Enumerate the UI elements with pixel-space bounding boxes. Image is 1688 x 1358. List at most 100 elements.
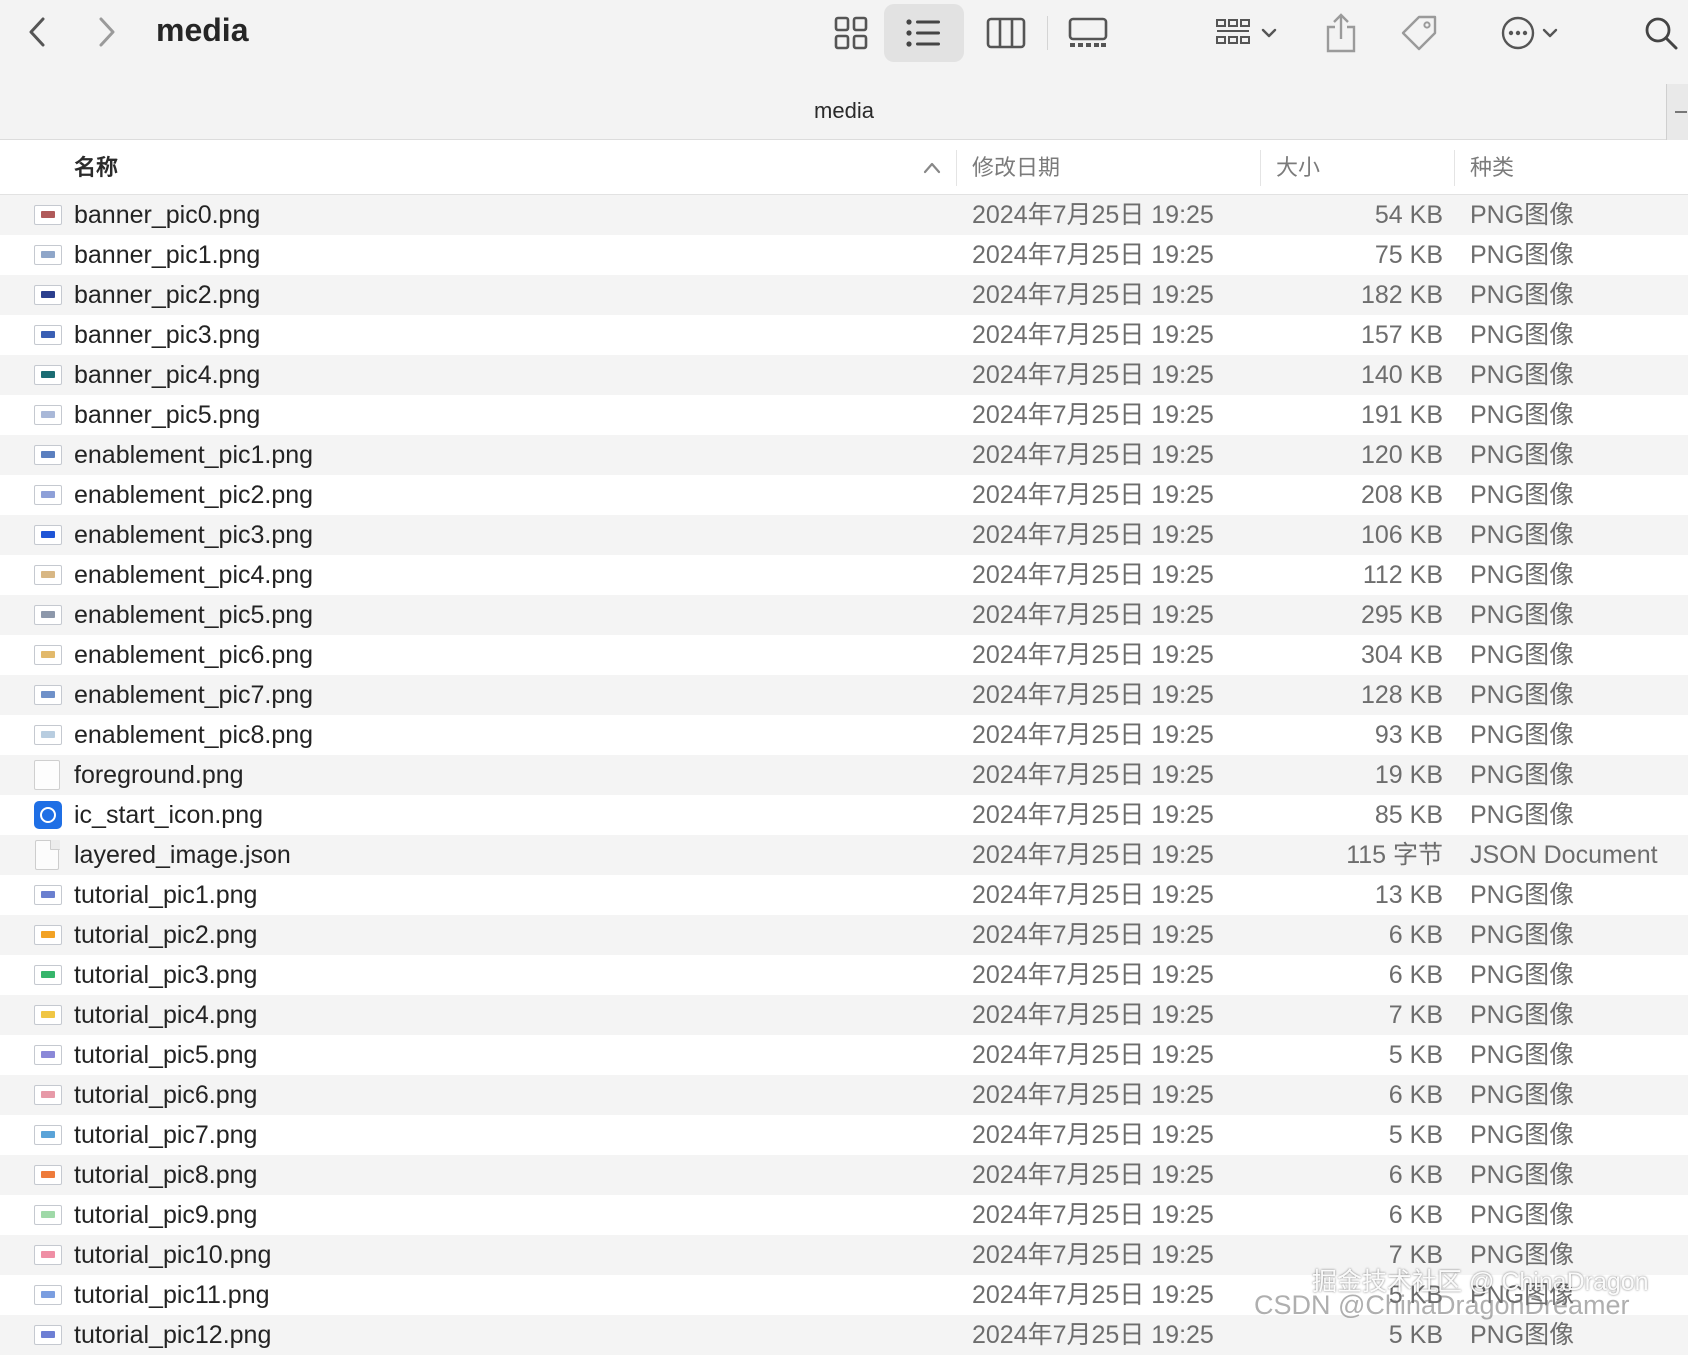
file-date: 2024年7月25日 19:25 xyxy=(972,921,1214,949)
file-row[interactable]: tutorial_pic3.png 2024年7月25日 19:25 6 KB PNG… xyxy=(0,955,1688,995)
file-row[interactable]: enablement_pic6.png 2024年7月25日 19:25 304 K… xyxy=(0,635,1688,675)
file-row[interactable]: banner_pic2.png 2024年7月25日 19:25 182 KB PNG… xyxy=(0,275,1688,315)
file-row[interactable]: enablement_pic1.png 2024年7月25日 19:25 120 K… xyxy=(0,435,1688,475)
add-tab-button[interactable] xyxy=(1666,84,1688,140)
column-divider[interactable] xyxy=(956,150,957,186)
image-file-icon xyxy=(34,1045,62,1065)
list-view-button[interactable] xyxy=(884,4,964,62)
more-actions-button[interactable] xyxy=(1484,4,1574,62)
file-row[interactable]: tutorial_pic6.png 2024年7月25日 19:25 6 KB PNG… xyxy=(0,1075,1688,1115)
minus-icon xyxy=(1675,111,1687,113)
image-file-icon xyxy=(34,1325,62,1345)
image-file-icon xyxy=(34,725,62,745)
column-view-button[interactable] xyxy=(968,4,1044,62)
file-row[interactable]: banner_pic3.png 2024年7月25日 19:25 157 KB PNG… xyxy=(0,315,1688,355)
list-view-icon xyxy=(906,19,940,47)
file-kind: PNG图像 xyxy=(1470,241,1575,269)
file-kind: PNG图像 xyxy=(1470,721,1575,749)
share-button[interactable] xyxy=(1316,4,1366,62)
file-kind: PNG图像 xyxy=(1470,961,1575,989)
search-icon xyxy=(1645,17,1678,50)
file-row[interactable]: tutorial_pic9.png 2024年7月25日 19:25 6 KB PNG… xyxy=(0,1195,1688,1235)
search-button[interactable] xyxy=(1636,4,1686,62)
file-name: tutorial_pic5.png xyxy=(74,1041,258,1069)
file-name: tutorial_pic10.png xyxy=(74,1241,272,1269)
file-row[interactable]: tutorial_pic1.png 2024年7月25日 19:25 13 KB PN… xyxy=(0,875,1688,915)
file-row[interactable]: enablement_pic4.png 2024年7月25日 19:25 112 K… xyxy=(0,555,1688,595)
file-row[interactable]: enablement_pic3.png 2024年7月25日 19:25 106 K… xyxy=(0,515,1688,555)
file-kind: PNG图像 xyxy=(1470,761,1575,789)
grid-view-icon xyxy=(834,16,868,50)
file-date: 2024年7月25日 19:25 xyxy=(972,401,1214,429)
back-button[interactable] xyxy=(14,12,60,52)
file-name: tutorial_pic11.png xyxy=(74,1281,270,1309)
file-kind: PNG图像 xyxy=(1470,601,1575,629)
image-file-icon xyxy=(34,925,62,945)
file-row[interactable]: tutorial_pic4.png 2024年7月25日 19:25 7 KB PNG… xyxy=(0,995,1688,1035)
file-row[interactable]: tutorial_pic12.png 2024年7月25日 19:25 5 KB PN… xyxy=(0,1315,1688,1355)
file-row[interactable]: enablement_pic5.png 2024年7月25日 19:25 295 K… xyxy=(0,595,1688,635)
file-name: tutorial_pic2.png xyxy=(74,921,258,949)
chevron-down-icon xyxy=(1261,28,1277,38)
file-kind: PNG图像 xyxy=(1470,441,1575,469)
file-name: enablement_pic3.png xyxy=(74,521,314,549)
file-name: tutorial_pic7.png xyxy=(74,1121,258,1149)
file-name: banner_pic1.png xyxy=(74,241,261,269)
file-row[interactable]: tutorial_pic5.png 2024年7月25日 19:25 5 KB PNG… xyxy=(0,1035,1688,1075)
file-row[interactable]: enablement_pic2.png 2024年7月25日 19:25 208 K… xyxy=(0,475,1688,515)
image-file-icon xyxy=(34,1285,62,1305)
file-row[interactable]: banner_pic5.png 2024年7月25日 19:25 191 KB PNG… xyxy=(0,395,1688,435)
file-row[interactable]: tutorial_pic7.png 2024年7月25日 19:25 5 KB PNG… xyxy=(0,1115,1688,1155)
watermark-juejin: 掘金技术社区 @ ChinaDragon xyxy=(1312,1268,1649,1296)
image-file-icon xyxy=(34,485,62,505)
gallery-view-button[interactable] xyxy=(1050,4,1126,62)
column-header-kind[interactable]: 种类 xyxy=(1470,140,1514,195)
toolbar-divider xyxy=(1047,16,1048,50)
file-date: 2024年7月25日 19:25 xyxy=(972,561,1214,589)
icon-view-button[interactable] xyxy=(816,4,886,62)
image-file-icon xyxy=(34,285,62,305)
file-name: banner_pic3.png xyxy=(74,321,261,349)
group-button[interactable] xyxy=(1204,4,1288,62)
file-row[interactable]: layered_image.json 2024年7月25日 19:25 115 字节… xyxy=(0,835,1688,875)
file-kind: PNG图像 xyxy=(1470,801,1575,829)
file-row[interactable]: foreground.png 2024年7月25日 19:25 19 KB PNG图像 xyxy=(0,755,1688,795)
forward-button[interactable] xyxy=(84,12,130,52)
file-kind: PNG图像 xyxy=(1470,561,1575,589)
file-size: 304 KB xyxy=(1360,641,1443,669)
gallery-view-icon xyxy=(1068,17,1108,47)
file-row[interactable]: enablement_pic7.png 2024年7月25日 19:25 128 K… xyxy=(0,675,1688,715)
file-date: 2024年7月25日 19:25 xyxy=(972,961,1214,989)
column-divider[interactable] xyxy=(1454,150,1455,186)
file-row[interactable]: ic_start_icon.png 2024年7月25日 19:25 85 KB PN… xyxy=(0,795,1688,835)
image-file-icon xyxy=(34,1125,62,1145)
tag-button[interactable] xyxy=(1394,4,1444,62)
file-row[interactable]: tutorial_pic2.png 2024年7月25日 19:25 6 KB PNG… xyxy=(0,915,1688,955)
column-view-icon xyxy=(986,17,1026,49)
file-row[interactable]: banner_pic4.png 2024年7月25日 19:25 140 KB PNG… xyxy=(0,355,1688,395)
sort-ascending-icon[interactable] xyxy=(922,158,942,178)
file-row[interactable]: tutorial_pic8.png 2024年7月25日 19:25 6 KB PNG… xyxy=(0,1155,1688,1195)
file-row[interactable]: banner_pic1.png 2024年7月25日 19:25 75 KB PNG图… xyxy=(0,235,1688,275)
column-divider[interactable] xyxy=(1260,150,1261,186)
file-date: 2024年7月25日 19:25 xyxy=(972,641,1214,669)
file-size: 7 KB xyxy=(1388,1001,1443,1029)
file-kind: PNG图像 xyxy=(1470,201,1575,229)
file-kind: PNG图像 xyxy=(1470,281,1575,309)
column-header-name[interactable]: 名称 xyxy=(74,140,118,195)
column-header-date[interactable]: 修改日期 xyxy=(972,140,1060,195)
file-name: ic_start_icon.png xyxy=(74,801,264,829)
file-name: enablement_pic1.png xyxy=(74,441,314,469)
file-name: tutorial_pic12.png xyxy=(74,1321,272,1349)
file-size: 5 KB xyxy=(1388,1121,1443,1149)
image-file-icon xyxy=(34,1205,62,1225)
file-kind: PNG图像 xyxy=(1470,1121,1575,1149)
file-name: enablement_pic7.png xyxy=(74,681,314,709)
column-header-size[interactable]: 大小 xyxy=(1276,140,1320,195)
image-file-icon xyxy=(34,525,62,545)
image-file-icon xyxy=(34,245,62,265)
file-row[interactable]: enablement_pic8.png 2024年7月25日 19:25 93 KB… xyxy=(0,715,1688,755)
file-list: banner_pic0.png 2024年7月25日 19:25 54 KB PNG图… xyxy=(0,195,1688,1355)
chevron-left-icon xyxy=(29,17,45,47)
file-row[interactable]: banner_pic0.png 2024年7月25日 19:25 54 KB PNG图… xyxy=(0,195,1688,235)
